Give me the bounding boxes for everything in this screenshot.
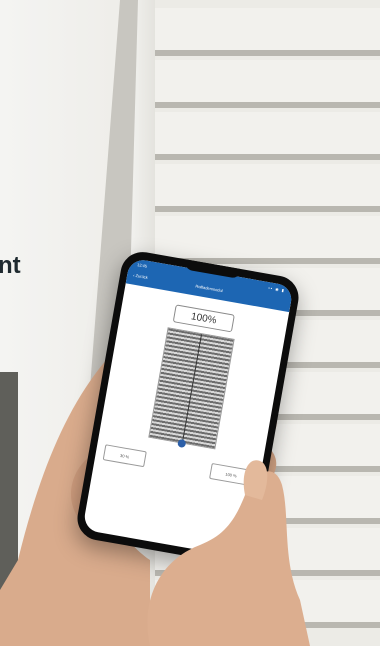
right-thumb xyxy=(243,460,268,500)
right-hand xyxy=(147,471,310,646)
right-hand-layer xyxy=(147,460,310,646)
photo-scene: nt 12:45 ▪▪ ◉ ▮ ‹ Zurück Rollladenmodul … xyxy=(0,0,380,646)
